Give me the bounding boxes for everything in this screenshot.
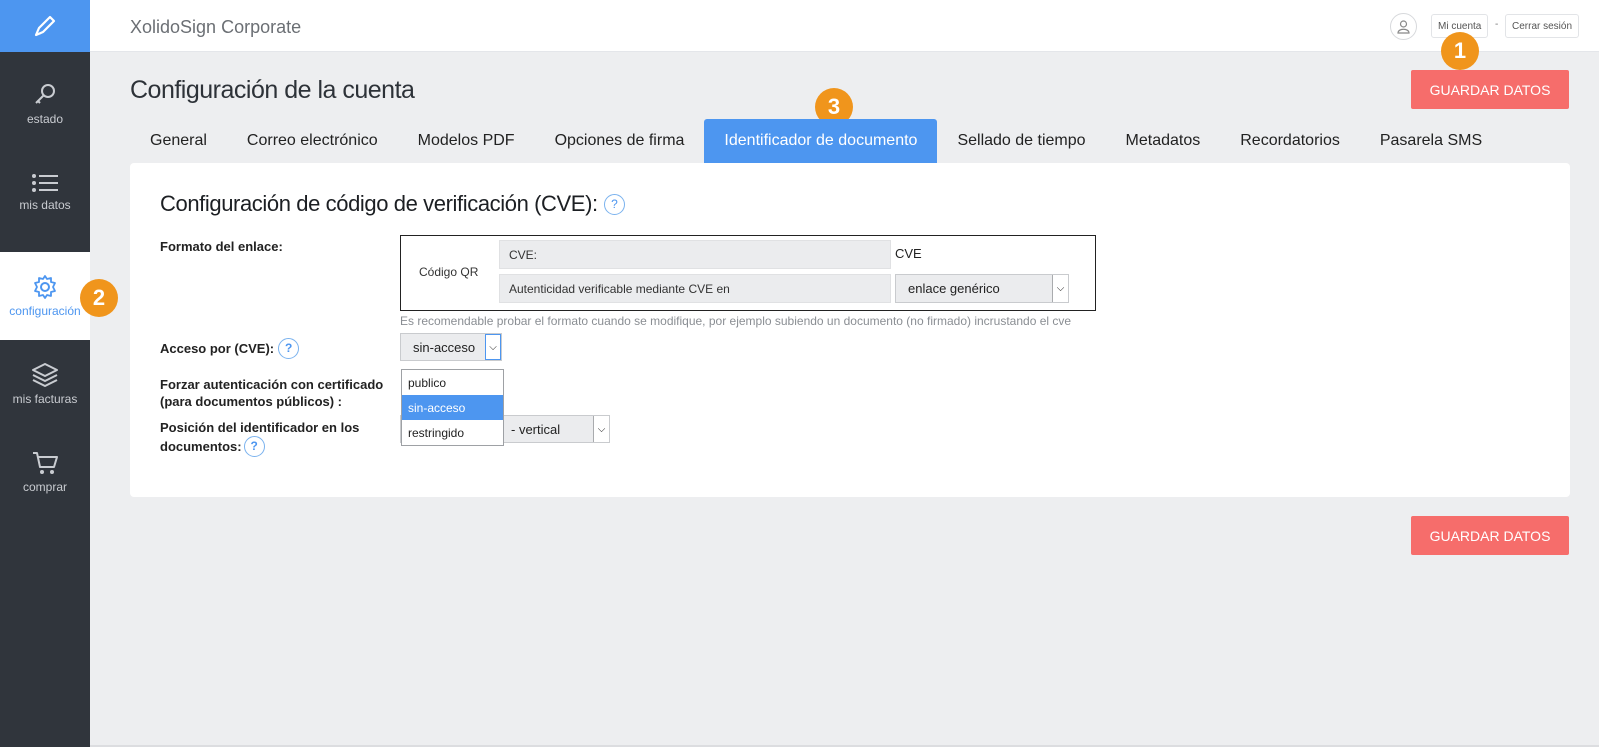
sidebar-item-label: configuración [9, 304, 81, 318]
tab-recordatorios[interactable]: Recordatorios [1220, 119, 1360, 163]
link-type-value: enlace genérico [908, 281, 1000, 296]
position-label-line1: Posición del identificador en los [160, 420, 360, 435]
access-option-sin-acceso[interactable]: sin-acceso [402, 395, 503, 420]
list-icon [32, 174, 58, 192]
position-label: Posición del identificador en los docume… [160, 419, 359, 457]
cart-icon [33, 452, 58, 474]
sidebar: estado mis datos configuración mis factu… [0, 0, 90, 747]
key-icon [35, 84, 55, 104]
section-title-text: Configuración de código de verificación … [160, 191, 598, 216]
tab-general[interactable]: General [130, 119, 227, 163]
link-type-select[interactable]: enlace genérico ⌵ [895, 274, 1069, 303]
cve-suffix-text: CVE [895, 246, 922, 261]
qr-code-label: Código QR [419, 265, 479, 279]
sidebar-item-mis-datos[interactable]: mis datos [0, 148, 90, 236]
access-dropdown: publico sin-acceso restringido [401, 369, 504, 446]
sidebar-item-comprar[interactable]: comprar [0, 428, 90, 516]
sidebar-item-mis-facturas[interactable]: mis facturas [0, 340, 90, 428]
sidebar-item-label: comprar [22, 480, 67, 494]
tab-identificador-documento[interactable]: Identificador de documento [704, 119, 938, 163]
step-badge-2: 2 [80, 279, 118, 317]
access-select[interactable]: sin-acceso ⌵ [400, 333, 502, 361]
tab-sellado-tiempo[interactable]: Sellado de tiempo [937, 119, 1105, 163]
pen-logo-icon[interactable] [0, 0, 90, 52]
tab-opciones-firma[interactable]: Opciones de firma [535, 119, 705, 163]
force-auth-label: Forzar autenticación con certificado (pa… [160, 376, 383, 410]
sidebar-item-estado[interactable]: estado [0, 60, 90, 148]
sidebar-item-label: mis datos [19, 198, 71, 212]
position-select-value: - vertical [511, 421, 561, 437]
content-panel: Configuración de código de verificación … [130, 163, 1570, 497]
position-help-icon[interactable]: ? [243, 436, 265, 457]
access-select-value: sin-acceso [413, 339, 476, 355]
tab-modelos-pdf[interactable]: Modelos PDF [398, 119, 535, 163]
chevron-down-icon: ⌵ [1052, 275, 1068, 302]
step-badge-1: 1 [1441, 32, 1479, 70]
position-label-line2: documentos: [160, 439, 242, 454]
user-icon[interactable] [1390, 13, 1417, 40]
save-button-bottom[interactable]: GUARDAR DATOS [1411, 516, 1569, 555]
force-auth-label-line1: Forzar autenticación con certificado [160, 377, 384, 392]
link-format-label: Formato del enlace: [160, 239, 283, 254]
help-icon[interactable]: ? [603, 193, 625, 215]
access-label-row: Acceso por (CVE): ? [160, 338, 300, 359]
top-bar: XolidoSign Corporate Mi cuenta - Cerrar … [90, 0, 1599, 52]
gear-icon [34, 275, 56, 299]
chevron-down-icon: ⌵ [485, 334, 501, 360]
format-hint: Es recomendable probar el formato cuando… [400, 314, 1072, 328]
access-option-publico[interactable]: publico [402, 370, 503, 395]
force-auth-label-line2: (para documentos públicos) : [160, 394, 343, 409]
access-option-restringido[interactable]: restringido [402, 420, 503, 445]
header-separator: - [1495, 19, 1499, 30]
page-title: Configuración de la cuenta [130, 76, 415, 104]
cve-prefix-field[interactable]: CVE: [499, 240, 891, 269]
tab-correo[interactable]: Correo electrónico [227, 119, 398, 163]
link-format-box: Código QR CVE: CVE Autenticidad verifica… [400, 235, 1096, 311]
sidebar-item-label: estado [26, 112, 64, 126]
logout-link[interactable]: Cerrar sesión [1505, 14, 1580, 38]
tab-metadatos[interactable]: Metadatos [1106, 119, 1221, 163]
tab-pasarela-sms[interactable]: Pasarela SMS [1360, 119, 1502, 163]
settings-tabs: General Correo electrónico Modelos PDF O… [130, 119, 1502, 163]
app-title: XolidoSign Corporate [130, 17, 302, 37]
chevron-down-icon: ⌵ [593, 416, 609, 442]
access-label: Acceso por (CVE): [160, 341, 275, 356]
access-help-icon[interactable]: ? [278, 338, 300, 359]
save-button-top[interactable]: GUARDAR DATOS [1411, 70, 1569, 109]
layers-icon [32, 363, 58, 387]
sidebar-item-label: mis facturas [12, 392, 78, 406]
sidebar-item-configuracion[interactable]: configuración [0, 252, 90, 340]
section-title: Configuración de código de verificación … [160, 191, 625, 217]
position-label-line2-row: documentos: ? [160, 436, 359, 457]
authenticity-text-field[interactable]: Autenticidad verificable mediante CVE en [499, 274, 891, 303]
